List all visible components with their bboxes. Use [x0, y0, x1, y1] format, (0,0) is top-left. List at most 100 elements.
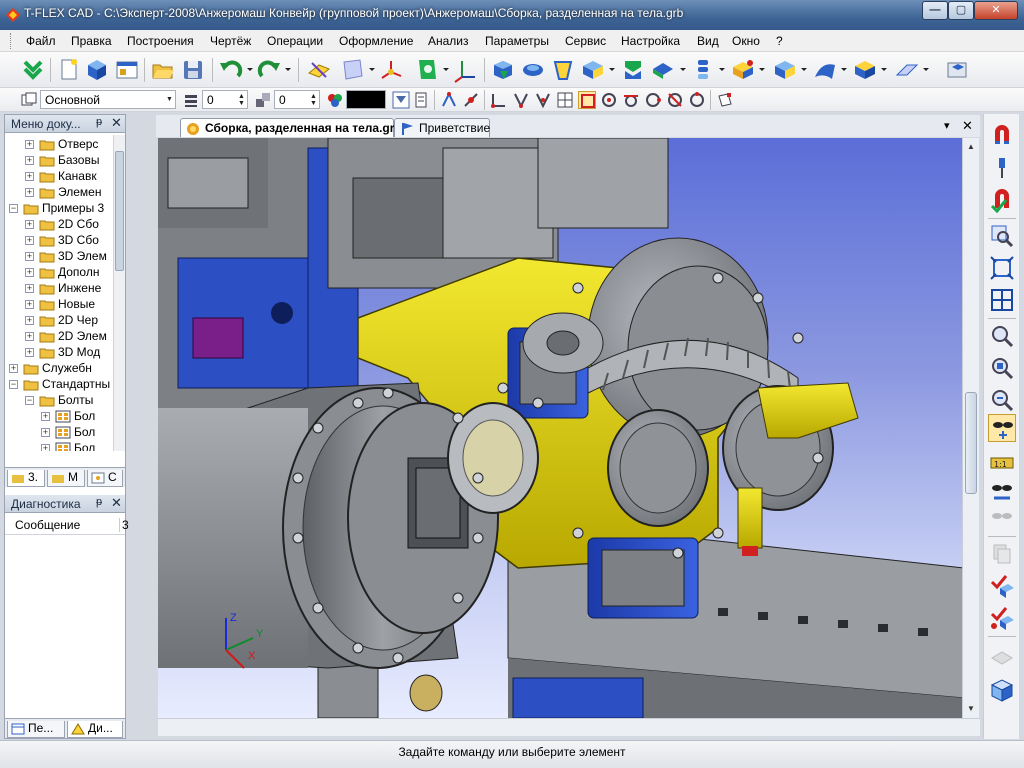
menu-formatting[interactable]: Оформление — [339, 34, 413, 48]
snap-grid-icon[interactable] — [556, 91, 574, 109]
tab-models[interactable]: M — [47, 470, 85, 487]
tflex-app-icon[interactable] — [6, 8, 20, 22]
maximize-button[interactable]: ▢ — [948, 1, 974, 20]
expand-icon[interactable]: + — [25, 348, 34, 357]
expand-icon[interactable]: + — [9, 364, 18, 373]
snap-mid-icon[interactable] — [534, 91, 552, 109]
snap-circle-icon[interactable] — [600, 91, 618, 109]
expand-icon[interactable]: + — [25, 284, 34, 293]
expand-icon[interactable]: + — [25, 156, 34, 165]
close-button[interactable]: ✕ — [974, 1, 1018, 20]
open-file-icon[interactable] — [150, 57, 176, 83]
layer-combo[interactable]: Основной ▼ — [40, 90, 176, 109]
zoom-in-icon[interactable] — [988, 322, 1016, 350]
expand-icon[interactable]: + — [25, 332, 34, 341]
menu-parameters[interactable]: Параметры — [485, 34, 549, 48]
tab-structure[interactable]: C — [87, 470, 123, 487]
menu-view[interactable]: Вид — [697, 34, 719, 48]
diagnostics-pin-icon[interactable]: ᵽ — [96, 496, 102, 508]
redo-icon[interactable] — [256, 57, 282, 83]
menu-operations[interactable]: Операции — [267, 34, 323, 48]
new-drawing-icon[interactable] — [114, 57, 140, 83]
snap-intersection-icon[interactable] — [666, 91, 684, 109]
undo-icon[interactable] — [218, 57, 244, 83]
render-settings-icon[interactable] — [944, 57, 970, 83]
3d-viewport[interactable]: Z Y X — [158, 138, 964, 718]
fly-view-icon[interactable] — [988, 506, 1016, 534]
filter-icon[interactable] — [392, 91, 410, 109]
expand-icon[interactable]: + — [25, 140, 34, 149]
expand-icon[interactable]: + — [25, 252, 34, 261]
copy-body-icon[interactable] — [730, 57, 756, 83]
level-spinner[interactable]: ▲ ▼ — [238, 93, 245, 107]
expand-icon[interactable]: + — [25, 316, 34, 325]
zoom-dynamic-icon[interactable] — [988, 386, 1016, 414]
shell-icon[interactable] — [772, 57, 798, 83]
snap-edge-icon[interactable] — [490, 91, 508, 109]
expand-icon[interactable]: + — [25, 188, 34, 197]
tab-assembly-document[interactable]: Сборка, разделенная на тела.grb — [180, 118, 402, 137]
menu-help[interactable]: ? — [776, 34, 783, 48]
menu-drawing[interactable]: Чертёж — [210, 34, 251, 48]
expand-icon[interactable]: + — [41, 444, 50, 451]
tab-welcome[interactable]: Приветствие — [394, 118, 490, 137]
menu-service[interactable]: Сервис — [565, 34, 606, 48]
zoom-fit-icon[interactable] — [988, 286, 1016, 314]
expand-icon[interactable]: + — [25, 268, 34, 277]
menu-edit[interactable]: Правка — [71, 34, 112, 48]
check-interference-icon[interactable] — [988, 604, 1016, 632]
view-cube-icon[interactable] — [988, 676, 1016, 704]
array-icon[interactable] — [690, 57, 716, 83]
zoom-extents-icon[interactable] — [988, 254, 1016, 282]
sheet-metal-icon[interactable] — [894, 57, 920, 83]
collapse-icon[interactable]: − — [9, 380, 18, 389]
viewport-vertical-scrollbar[interactable]: ▲ ▼ — [962, 138, 979, 718]
new-3d-model-icon[interactable] — [84, 57, 110, 83]
section-view-icon[interactable] — [988, 644, 1016, 672]
tab-close-icon[interactable]: ✕ — [962, 118, 973, 134]
construction-plane-icon[interactable] — [306, 57, 332, 83]
expand-icon[interactable]: + — [41, 412, 50, 421]
zoom-previous-icon[interactable] — [988, 354, 1016, 382]
menu-window[interactable]: Окно — [732, 34, 760, 48]
surface-icon[interactable] — [812, 57, 838, 83]
tree-scrollbar[interactable] — [113, 135, 125, 451]
diagnostics-column-header[interactable]: Сообщение 3 — [5, 515, 129, 535]
menu-file[interactable]: Файл — [26, 34, 56, 48]
snap-tangent-icon[interactable] — [622, 91, 640, 109]
expand-icon[interactable]: + — [25, 236, 34, 245]
layer-dropdown-arrow[interactable]: ▼ — [166, 96, 173, 103]
collapse-icon[interactable]: − — [9, 204, 18, 213]
snap-node-icon[interactable] — [440, 91, 458, 109]
viewport-horizontal-scrollbar[interactable] — [158, 718, 980, 736]
walk-view-icon[interactable] — [988, 478, 1016, 506]
tab-list-arrow-icon[interactable]: ▾ — [944, 119, 950, 132]
select-list-icon[interactable] — [414, 91, 432, 109]
tab-3d-menu[interactable]: 3. — [7, 470, 45, 487]
3d-node-icon[interactable] — [378, 57, 404, 83]
tree-scroll-thumb[interactable] — [115, 151, 124, 271]
level-field[interactable]: 0 ▲ ▼ — [202, 90, 248, 109]
extrusion-icon[interactable] — [490, 57, 516, 83]
fillet-icon[interactable] — [650, 57, 676, 83]
color-swatch[interactable] — [346, 90, 386, 109]
snap-arc-icon[interactable] — [644, 91, 662, 109]
pin-object-icon[interactable] — [988, 154, 1016, 182]
rotation-icon[interactable] — [520, 57, 546, 83]
magnet-snap-icon[interactable] — [988, 122, 1016, 150]
snap-quadrant-icon[interactable] — [688, 91, 706, 109]
display-mode-icon[interactable] — [716, 91, 734, 109]
menu-construct[interactable]: Построения — [127, 34, 194, 48]
lcs-axes-icon[interactable] — [452, 57, 478, 83]
menu-analysis[interactable]: Анализ — [428, 34, 469, 48]
boolean-icon[interactable] — [620, 57, 646, 83]
panel-close-icon[interactable]: ✕ — [111, 115, 122, 131]
sweep-icon[interactable] — [580, 57, 606, 83]
collapse-icon[interactable]: − — [25, 396, 34, 405]
menu-toggle-icon[interactable] — [20, 57, 46, 83]
tab-parameters[interactable]: Пе... — [7, 721, 65, 738]
lock-view-icon[interactable]: 1:1 — [988, 446, 1016, 474]
minimize-button[interactable]: — — [922, 1, 948, 20]
tab-diagnostics[interactable]: Ди... — [67, 721, 123, 738]
pin-icon[interactable]: ᵽ — [96, 116, 102, 128]
